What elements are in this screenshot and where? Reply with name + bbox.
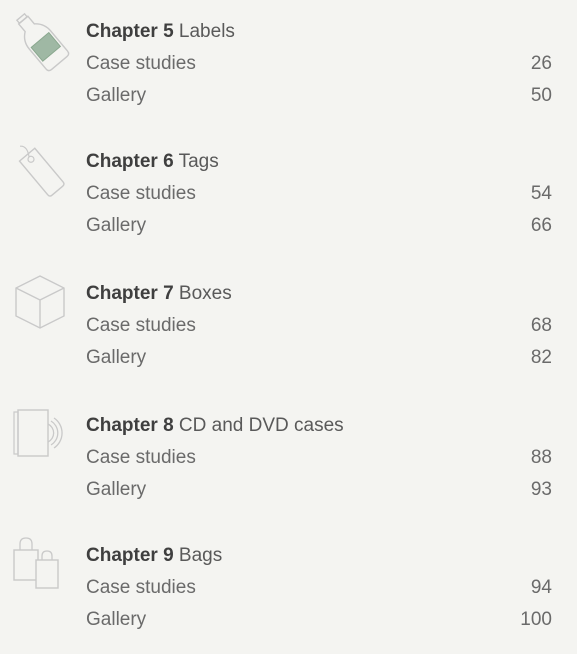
entry-label: Gallery	[86, 347, 147, 368]
chapter-number: Chapter 5	[86, 21, 174, 42]
toc-entry[interactable]: Case studies 88	[86, 446, 552, 470]
toc-entry[interactable]: Gallery 82	[86, 346, 552, 370]
chapter-title: Boxes	[178, 283, 232, 304]
chapter-title: Tags	[178, 151, 219, 172]
chapter-title: Labels	[178, 21, 235, 42]
entry-label: Case studies	[86, 315, 196, 336]
cd-case-icon	[6, 400, 74, 468]
entry-page-number: 26	[530, 53, 552, 74]
toc-entry[interactable]: Case studies 54	[86, 182, 552, 206]
toc-entry[interactable]: Gallery 93	[86, 478, 552, 502]
chapter-number: Chapter 9	[86, 545, 174, 566]
chapter-section: Chapter 6 Tags Case studies 54 Gallery 6…	[0, 145, 577, 260]
entry-page-number: 66	[530, 215, 552, 236]
chapter-section: Chapter 9 Bags Case studies 94 Gallery 1…	[0, 537, 577, 654]
toc-entry[interactable]: Gallery 100	[86, 608, 552, 632]
chapter-heading: Chapter 5 Labels	[86, 20, 235, 44]
entry-label: Gallery	[86, 609, 147, 630]
bag-icon	[6, 530, 74, 598]
tag-icon	[6, 136, 74, 204]
entry-page-number: 50	[530, 85, 552, 106]
entry-label: Case studies	[86, 53, 196, 74]
entry-label: Gallery	[86, 215, 147, 236]
chapter-number: Chapter 8	[86, 415, 174, 436]
chapter-number: Chapter 7	[86, 283, 174, 304]
chapter-heading: Chapter 9 Bags	[86, 544, 222, 568]
entry-page-number: 100	[520, 609, 552, 630]
chapter-heading: Chapter 8 CD and DVD cases	[86, 414, 344, 438]
toc-entry[interactable]: Case studies 68	[86, 314, 552, 338]
entry-page-number: 82	[530, 347, 552, 368]
box-icon	[6, 268, 74, 336]
chapter-title: Bags	[178, 545, 223, 566]
entry-page-number: 54	[530, 183, 552, 204]
chapter-section: Chapter 5 Labels Case studies 26 Gallery…	[0, 12, 577, 130]
chapter-section: Chapter 8 CD and DVD cases Case studies …	[0, 409, 577, 524]
entry-label: Gallery	[86, 85, 147, 106]
chapter-section: Chapter 7 Boxes Case studies 68 Gallery …	[0, 275, 577, 392]
entry-page-number: 68	[530, 315, 552, 336]
bottle-icon	[6, 6, 74, 74]
toc-entry[interactable]: Gallery 66	[86, 214, 552, 238]
entry-label: Case studies	[86, 577, 196, 598]
table-of-contents: Chapter 5 Labels Case studies 26 Gallery…	[0, 0, 577, 631]
chapter-number: Chapter 6	[86, 151, 174, 172]
entry-page-number: 93	[530, 479, 552, 500]
toc-entry[interactable]: Case studies 26	[86, 52, 552, 76]
entry-label: Case studies	[86, 447, 196, 468]
chapter-title: CD and DVD cases	[178, 415, 344, 436]
toc-entry[interactable]: Gallery 50	[86, 84, 552, 108]
chapter-heading: Chapter 6 Tags	[86, 150, 219, 174]
chapter-heading: Chapter 7 Boxes	[86, 282, 232, 306]
toc-entry[interactable]: Case studies 94	[86, 576, 552, 600]
entry-page-number: 94	[530, 577, 552, 598]
entry-label: Gallery	[86, 479, 147, 500]
entry-page-number: 88	[530, 447, 552, 468]
entry-label: Case studies	[86, 183, 196, 204]
